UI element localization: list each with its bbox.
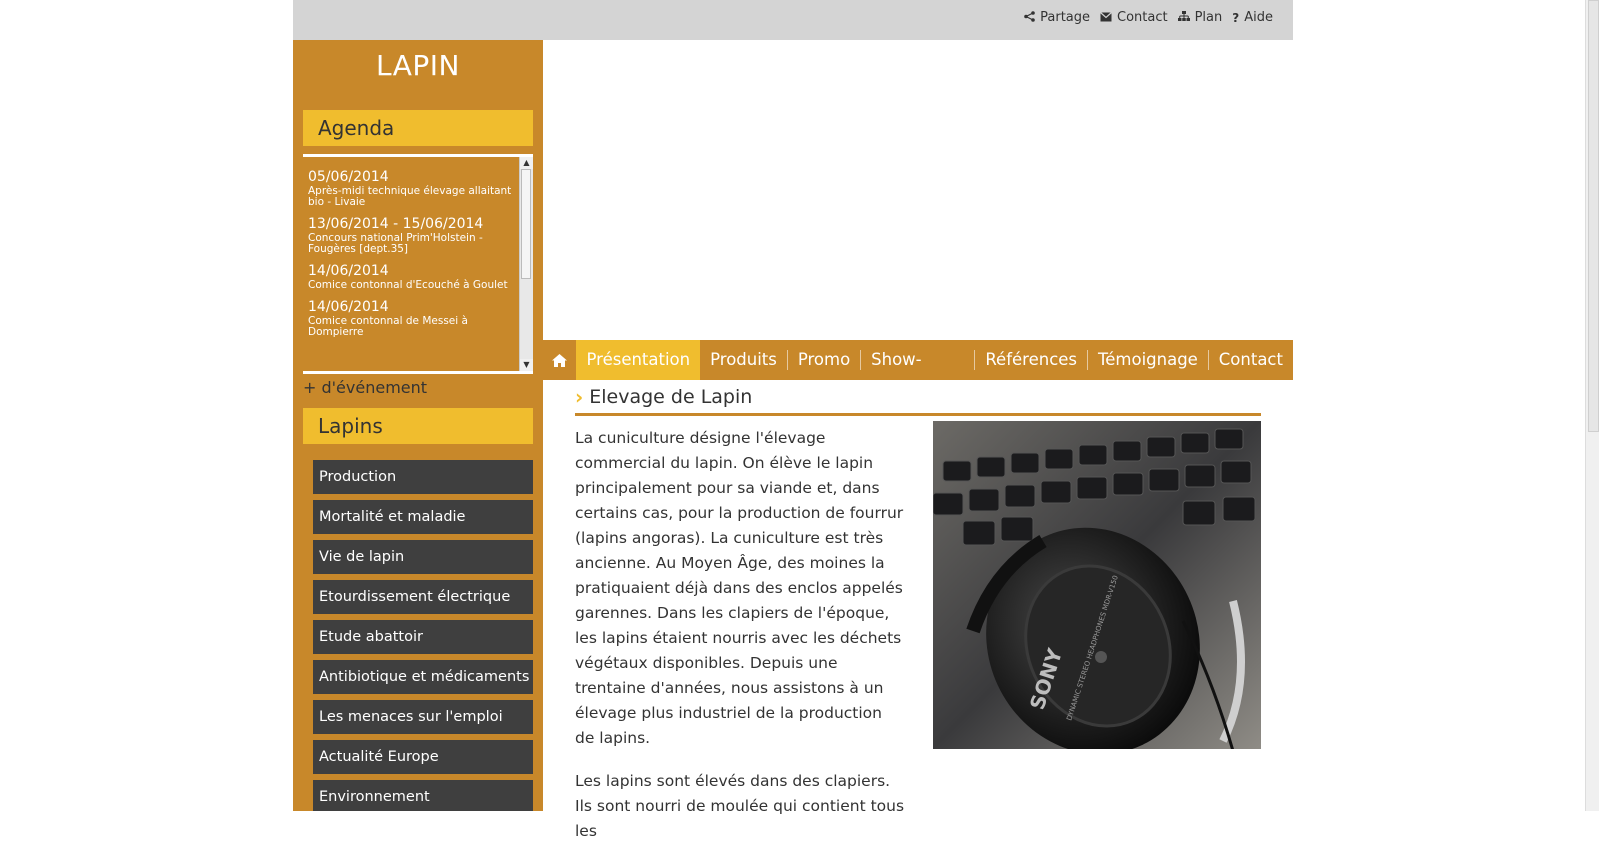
help-label: Aide [1244, 10, 1273, 25]
menu-item-production[interactable]: Production [313, 460, 533, 494]
agenda-header: Agenda [303, 110, 533, 146]
nav-promo[interactable]: Promo [788, 340, 860, 380]
share-icon [1024, 10, 1035, 25]
menu-item-menaces-emploi[interactable]: Les menaces sur l'emploi [313, 700, 533, 734]
nav-show-room[interactable]: Show-Room [861, 340, 974, 409]
page-scrollbar[interactable] [1585, 0, 1599, 811]
event-title: Comice contonnal d'Ecouché à Goulet [308, 279, 508, 291]
top-links: Partage Contact Plan ? Aide [1024, 10, 1273, 25]
nav-references[interactable]: Références [975, 340, 1087, 380]
contact-label: Contact [1117, 10, 1168, 25]
headphones-photo: SONY DYNAMIC STEREO HEADPHONES MDR-V150 [933, 421, 1261, 749]
event-date: 14/06/2014 [308, 263, 389, 279]
nav-contact[interactable]: Contact [1209, 340, 1293, 380]
contact-link[interactable]: Contact [1100, 10, 1168, 25]
menu-item-environnement[interactable]: Environnement [313, 780, 533, 811]
nav-presentation[interactable]: Présentation [576, 340, 701, 380]
lapins-header: Lapins [303, 408, 533, 444]
scroll-thumb[interactable] [521, 169, 531, 279]
event-date: 13/06/2014 - 15/06/2014 [308, 216, 484, 232]
main-nav: Présentation Produits Promo Show-Room Ré… [543, 340, 1293, 409]
agenda-list: 05/06/2014 Après-midi technique élevage … [308, 169, 513, 346]
plan-link[interactable]: Plan [1177, 10, 1223, 25]
agenda-event[interactable]: 13/06/2014 - 15/06/2014 Concours nationa… [308, 216, 513, 255]
nav-temoignage[interactable]: Témoignage [1088, 340, 1208, 380]
scroll-up-icon[interactable]: ▲ [520, 157, 533, 169]
sitemap-icon [1177, 10, 1190, 25]
main-content: › Elevage de Lapin La cuniculture désign… [575, 385, 1261, 844]
agenda-event[interactable]: 14/06/2014 Comice contonnal d'Ecouché à … [308, 263, 513, 291]
lapins-menu: Production Mortalité et maladie Vie de l… [313, 460, 533, 811]
menu-item-mortalite[interactable]: Mortalité et maladie [313, 500, 533, 534]
top-bar: Partage Contact Plan ? Aide [293, 0, 1293, 40]
event-title: Après-midi technique élevage allaitant b… [308, 185, 512, 208]
menu-item-actualite-europe[interactable]: Actualité Europe [313, 740, 533, 774]
menu-item-antibiotique[interactable]: Antibiotique et médicaments [313, 660, 533, 694]
question-icon: ? [1232, 10, 1240, 25]
home-icon [552, 353, 568, 367]
help-link[interactable]: ? Aide [1232, 10, 1273, 25]
chevron-right-icon: › [575, 385, 584, 409]
event-title: Concours national Prim'Holstein - Fougèr… [308, 232, 483, 255]
event-date: 05/06/2014 [308, 169, 389, 185]
agenda-event[interactable]: 14/06/2014 Comice contonnal de Messei à … [308, 299, 513, 338]
banner-area [543, 40, 1293, 340]
envelope-icon [1100, 11, 1112, 25]
share-link[interactable]: Partage [1024, 10, 1090, 25]
event-title: Comice contonnal de Messei à Dompierre [308, 315, 468, 338]
agenda-event[interactable]: 05/06/2014 Après-midi technique élevage … [308, 169, 513, 208]
nav-produits[interactable]: Produits [700, 340, 787, 380]
agenda-box: 05/06/2014 Après-midi technique élevage … [303, 154, 533, 374]
page-title-row: › Elevage de Lapin [575, 385, 1261, 416]
second-paragraph: Les lapins sont élevés dans des clapiers… [575, 772, 905, 840]
home-button[interactable] [543, 340, 576, 380]
headphones-image: SONY DYNAMIC STEREO HEADPHONES MDR-V150 [933, 421, 1261, 749]
scroll-down-icon[interactable]: ▼ [520, 359, 533, 371]
site-title[interactable]: LAPIN [293, 46, 543, 86]
menu-item-etude-abattoir[interactable]: Etude abattoir [313, 620, 533, 654]
share-label: Partage [1040, 10, 1091, 25]
page-scroll-thumb[interactable] [1588, 0, 1599, 432]
plan-label: Plan [1194, 10, 1223, 25]
agenda-scrollbar[interactable]: ▲ ▼ [519, 157, 533, 371]
more-events-link[interactable]: + d'événement [303, 378, 427, 397]
event-date: 14/06/2014 [308, 299, 389, 315]
page-title: Elevage de Lapin [589, 386, 753, 408]
menu-item-vie-de-lapin[interactable]: Vie de lapin [313, 540, 533, 574]
menu-item-etourdissement[interactable]: Etourdissement électrique [313, 580, 533, 614]
intro-paragraph: La cuniculture désigne l'élevage commerc… [575, 429, 904, 747]
sidebar: LAPIN Agenda 05/06/2014 Après-midi techn… [293, 40, 543, 811]
